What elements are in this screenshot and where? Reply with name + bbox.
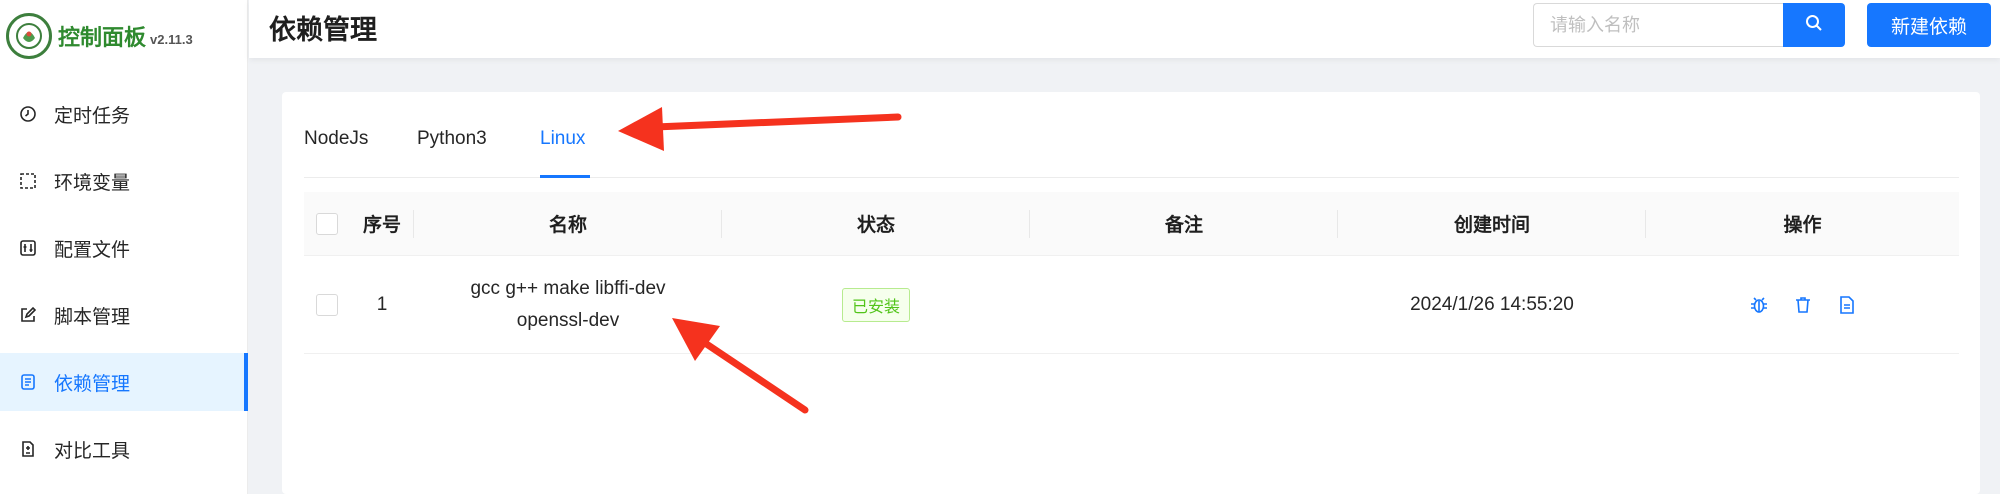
row-checkbox[interactable] bbox=[316, 293, 338, 316]
clock-icon bbox=[18, 104, 38, 124]
sidebar-item-config[interactable]: 配置文件 bbox=[0, 219, 248, 277]
col-actions: 操作 bbox=[1646, 192, 1959, 256]
sidebar-item-dependencies[interactable]: 依赖管理 bbox=[0, 353, 248, 411]
select-all-cell bbox=[304, 192, 350, 256]
bug-icon bbox=[1750, 296, 1767, 313]
col-name: 名称 bbox=[414, 192, 722, 256]
col-label: 操作 bbox=[1783, 215, 1822, 236]
col-index: 序号 bbox=[350, 192, 414, 256]
new-dependency-button[interactable]: 新建依赖 bbox=[1867, 3, 1991, 47]
row-actions bbox=[1646, 256, 1959, 354]
col-label: 创建时间 bbox=[1453, 215, 1530, 236]
dependency-table: 序号 名称 状态 备注 创建时间 操作 1 gcc g++ make libff… bbox=[304, 192, 1959, 354]
search-icon bbox=[1804, 13, 1824, 38]
tab-nodejs[interactable]: NodeJs bbox=[304, 128, 374, 178]
sidebar-item-diff[interactable]: 对比工具 bbox=[0, 420, 248, 478]
diff-icon bbox=[18, 439, 38, 459]
view-log-button[interactable] bbox=[1836, 294, 1858, 316]
brand[interactable]: 控制面板 v2.11.3 bbox=[6, 12, 193, 60]
col-label: 序号 bbox=[362, 215, 401, 236]
col-remark: 备注 bbox=[1030, 192, 1338, 256]
tab-label: Linux bbox=[540, 128, 586, 149]
tab-python3[interactable]: Python3 bbox=[417, 128, 493, 178]
sidebar-item-label: 配置文件 bbox=[54, 239, 131, 261]
package-icon bbox=[18, 372, 38, 392]
page-title: 依赖管理 bbox=[269, 15, 377, 45]
status-badge: 已安装 bbox=[841, 287, 910, 322]
sidebar-item-label: 依赖管理 bbox=[54, 373, 131, 395]
row-remark bbox=[1030, 256, 1338, 354]
sidebar: 控制面板 v2.11.3 定时任务 环境变量 配置文件 脚本管理 依赖管理 对比… bbox=[0, 0, 248, 494]
col-label: 备注 bbox=[1164, 215, 1203, 236]
tab-label: NodeJs bbox=[304, 128, 369, 149]
row-status: 已安装 bbox=[722, 256, 1030, 354]
tab-ink-bar bbox=[540, 175, 590, 178]
sidebar-item-label: 对比工具 bbox=[54, 440, 131, 462]
sidebar-item-scripts[interactable]: 脚本管理 bbox=[0, 286, 248, 344]
brand-title: 控制面板 bbox=[58, 25, 147, 50]
trash-icon bbox=[1795, 296, 1810, 313]
row-index: 1 bbox=[376, 293, 388, 315]
sidebar-item-label: 环境变量 bbox=[54, 172, 131, 194]
delete-button[interactable] bbox=[1792, 294, 1814, 316]
col-created: 创建时间 bbox=[1338, 192, 1646, 256]
sidebar-item-label: 定时任务 bbox=[54, 105, 131, 127]
row-name-line: gcc g++ make libffi-dev bbox=[470, 277, 666, 299]
row-created: 2024/1/26 14:55:20 bbox=[1410, 293, 1574, 315]
row-name-line: openssl-dev bbox=[516, 309, 620, 331]
content-card: NodeJs Python3 Linux 序号 名称 状态 备注 创建时间 操作… bbox=[282, 92, 1980, 494]
debug-log-button[interactable] bbox=[1748, 294, 1770, 316]
header: 依赖管理 新建依赖 bbox=[249, 0, 2000, 58]
logo-icon bbox=[6, 13, 52, 59]
edit-icon bbox=[18, 305, 38, 325]
tabs: NodeJs Python3 Linux bbox=[304, 128, 1959, 178]
brand-version: v2.11.3 bbox=[150, 31, 193, 47]
file-text-icon bbox=[1839, 295, 1854, 314]
search-input[interactable] bbox=[1533, 3, 1783, 47]
col-label: 状态 bbox=[856, 215, 895, 236]
sidebar-item-label: 脚本管理 bbox=[54, 306, 131, 328]
table-header: 序号 名称 状态 备注 创建时间 操作 bbox=[304, 192, 1959, 256]
dashed-square-icon bbox=[18, 171, 38, 191]
sliders-icon bbox=[18, 238, 38, 258]
row-name: gcc g++ make libffi-dev openssl-dev bbox=[414, 256, 722, 354]
search-button[interactable] bbox=[1783, 3, 1845, 47]
sidebar-item-cron[interactable]: 定时任务 bbox=[0, 85, 248, 143]
table-row[interactable]: 1 gcc g++ make libffi-dev openssl-dev 已安… bbox=[304, 256, 1959, 354]
tab-linux[interactable]: Linux bbox=[540, 128, 590, 178]
row-select-cell bbox=[304, 256, 350, 354]
col-label: 名称 bbox=[548, 215, 587, 236]
sidebar-menu: 定时任务 环境变量 配置文件 脚本管理 依赖管理 对比工具 bbox=[0, 85, 248, 487]
col-status: 状态 bbox=[722, 192, 1030, 256]
tab-label: Python3 bbox=[417, 128, 487, 149]
sidebar-item-env[interactable]: 环境变量 bbox=[0, 152, 248, 210]
select-all-checkbox[interactable] bbox=[316, 212, 338, 235]
